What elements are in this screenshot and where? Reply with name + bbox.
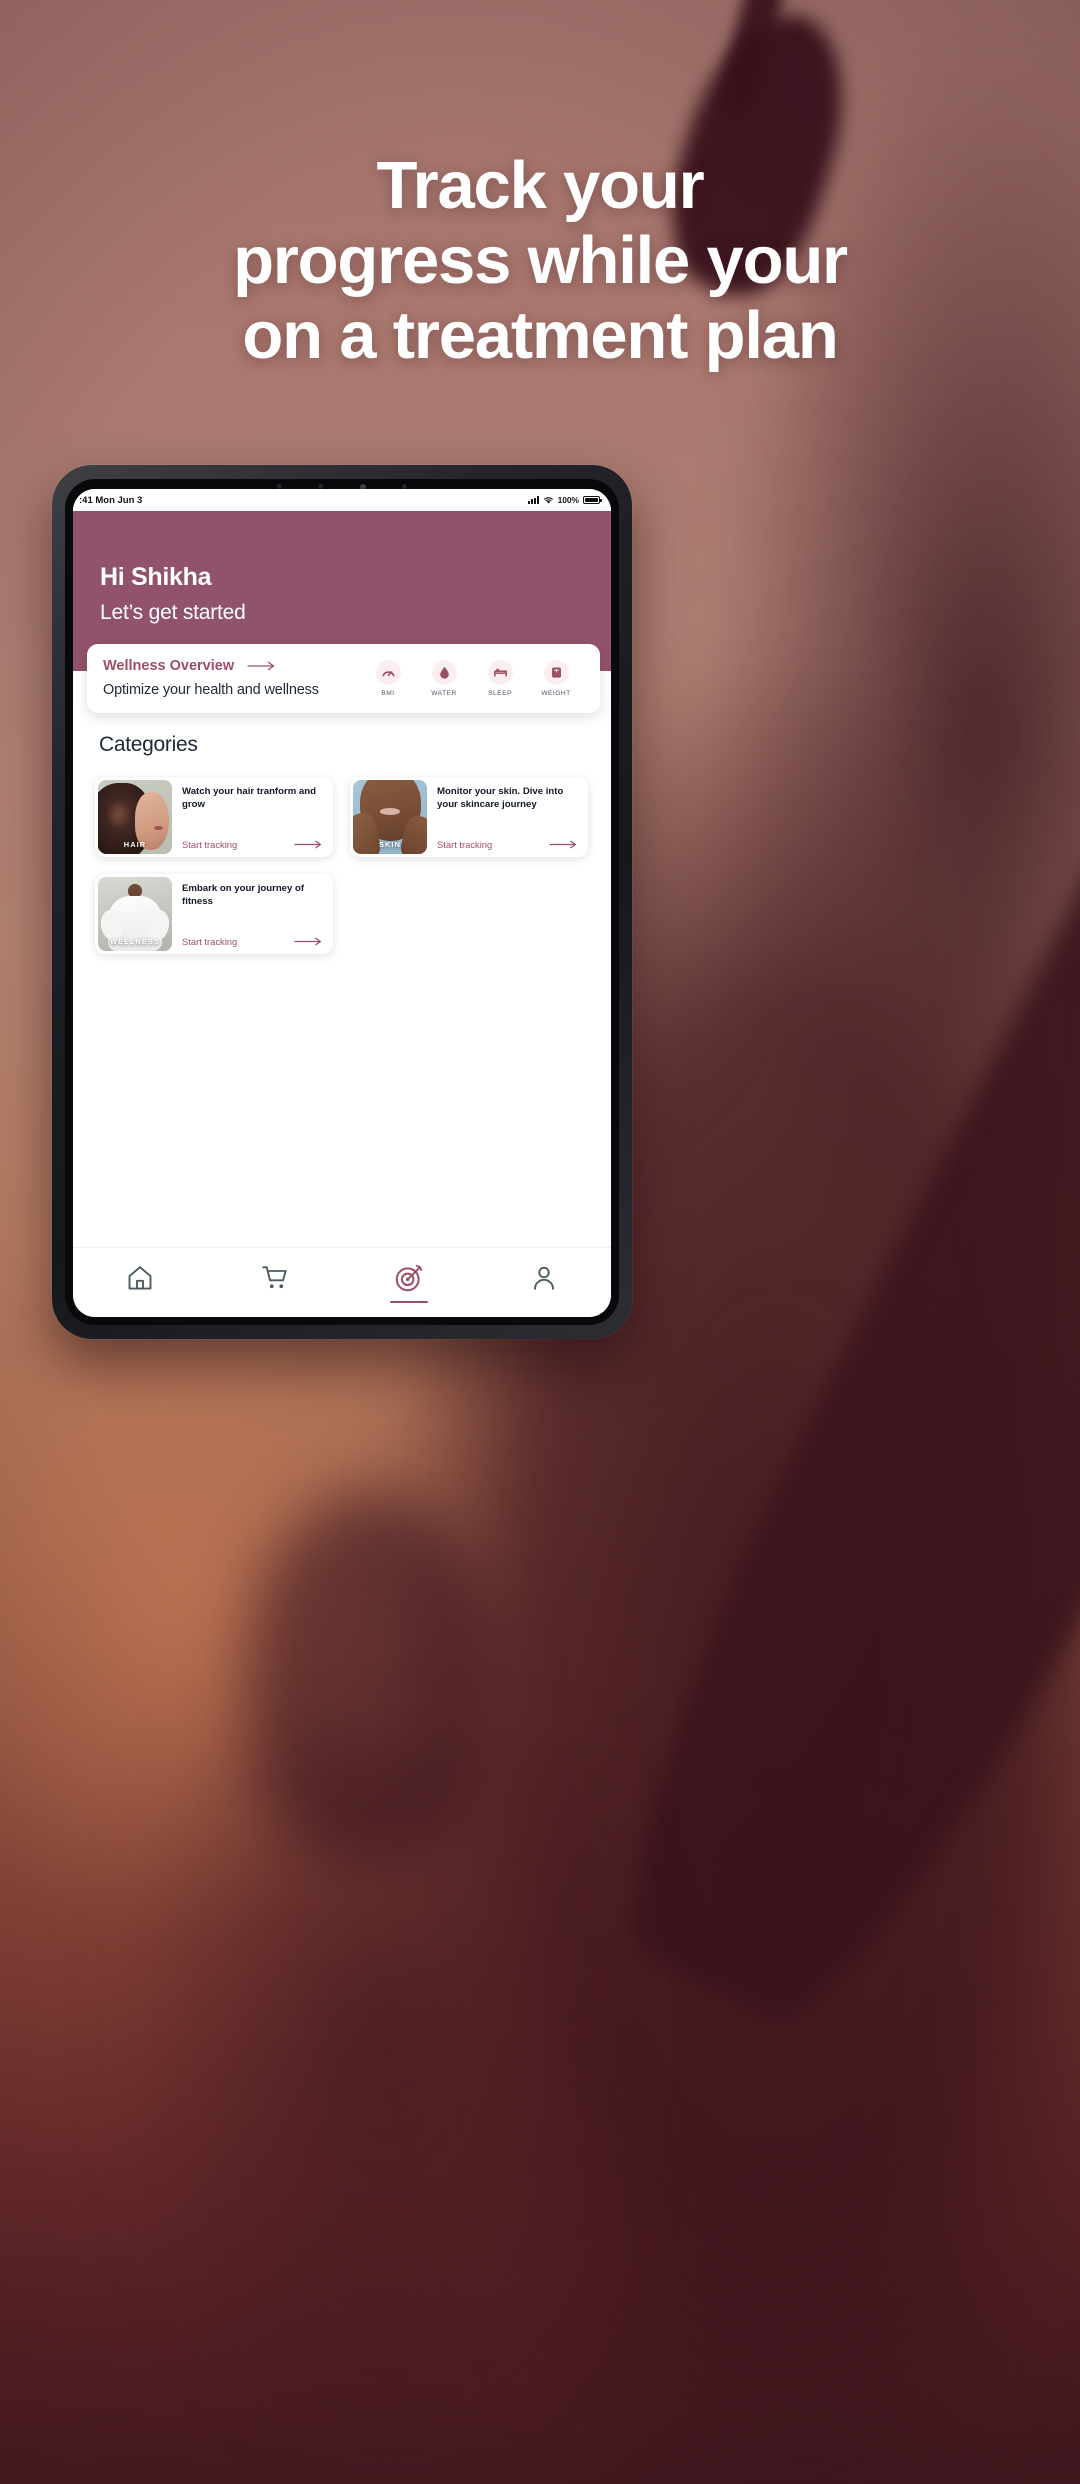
headline-line-2: progress while your	[233, 223, 848, 299]
start-tracking-button[interactable]: Start tracking	[182, 936, 324, 947]
category-tag: WELLNESS	[110, 937, 160, 946]
metric-label: BMI	[381, 689, 395, 697]
home-icon	[128, 1266, 152, 1290]
app-header: Hi Shikha Let’s get started Wellness Ove…	[73, 511, 611, 713]
cellular-signal-icon	[528, 496, 539, 504]
nav-item-home[interactable]	[73, 1248, 208, 1317]
category-card-hair[interactable]: HAIR Watch your hair tranform and grow S…	[95, 777, 333, 857]
start-tracking-label: Start tracking	[182, 936, 238, 947]
start-tracking-button[interactable]: Start tracking	[182, 839, 324, 850]
person-icon	[533, 1266, 554, 1290]
category-text: Watch your hair tranform and grow Start …	[175, 777, 333, 857]
metric-weight[interactable]: WEIGHT	[528, 659, 584, 697]
greeting-subtitle: Let’s get started	[100, 601, 246, 624]
category-title: Monitor your skin. Dive into your skinca…	[437, 786, 564, 810]
metric-label: SLEEP	[488, 689, 512, 697]
status-bar: :41 Mon Jun 3 100%	[73, 489, 611, 511]
metric-water[interactable]: WATER	[416, 659, 472, 697]
category-title: Embark on your journey of fitness	[182, 883, 305, 907]
app-content: Categories HAIR Watch your hair tranform…	[73, 671, 611, 1247]
arrow-right-icon[interactable]	[247, 661, 277, 671]
category-tag: SKIN	[378, 840, 402, 849]
metric-label: WATER	[431, 689, 457, 697]
arrow-right-icon	[294, 937, 321, 946]
metric-label: WEIGHT	[541, 689, 571, 697]
bed-icon	[487, 659, 513, 685]
category-card-wellness[interactable]: WELLNESS Embark on your journey of fitne…	[95, 874, 333, 954]
status-bar-left: :41 Mon Jun 3	[79, 495, 142, 506]
nav-item-profile[interactable]	[477, 1248, 612, 1317]
arrow-right-icon	[549, 840, 576, 849]
battery-full-icon	[583, 495, 602, 505]
wifi-icon	[543, 496, 553, 504]
skin-thumbnail-image: SKIN	[353, 780, 427, 854]
overview-metrics: BMI WATER SLEEP WEIGHT	[360, 659, 584, 697]
tablet-bezel: :41 Mon Jun 3 100% Hi Shikha Let’s get s…	[65, 479, 619, 1325]
nav-indicator	[256, 1300, 294, 1303]
headline-line-1: Track your	[376, 148, 705, 223]
overview-description: Optimize your health and wellness	[103, 682, 319, 698]
wellness-thumbnail-image: WELLNESS	[98, 877, 172, 951]
battery-percent-label: 100%	[557, 495, 579, 505]
nav-item-cart[interactable]	[208, 1248, 343, 1317]
start-tracking-label: Start tracking	[182, 839, 238, 850]
cart-icon	[262, 1266, 287, 1288]
nav-indicator	[525, 1300, 563, 1303]
promo-headline: Track your progress while your on a trea…	[0, 148, 1080, 373]
start-tracking-label: Start tracking	[437, 839, 493, 850]
categories-heading: Categories	[99, 733, 198, 756]
nav-indicator	[121, 1300, 159, 1303]
category-text: Monitor your skin. Dive into your skinca…	[430, 777, 588, 857]
hair-thumbnail-image: HAIR	[98, 780, 172, 854]
headline-line-3: on a treatment plan	[242, 298, 838, 374]
metric-sleep[interactable]: SLEEP	[472, 659, 528, 697]
metric-bmi[interactable]: BMI	[360, 659, 416, 697]
greeting-name: Hi Shikha	[100, 563, 212, 591]
category-tag: HAIR	[123, 840, 147, 849]
nav-indicator-active	[390, 1300, 429, 1304]
tablet-screen: :41 Mon Jun 3 100% Hi Shikha Let’s get s…	[73, 489, 611, 1317]
overview-text-block: Wellness Overview Optimize your health a…	[103, 658, 319, 698]
bottom-navigation-bar	[73, 1247, 611, 1317]
status-time-date: :41 Mon Jun 3	[79, 494, 143, 506]
weight-scale-icon	[543, 659, 569, 685]
overview-title-row: Wellness Overview	[103, 658, 319, 674]
category-card-skin[interactable]: SKIN Monitor your skin. Dive into your s…	[350, 777, 588, 857]
category-text: Embark on your journey of fitness Start …	[175, 874, 333, 954]
tablet-device-frame: :41 Mon Jun 3 100% Hi Shikha Let’s get s…	[52, 465, 632, 1339]
arrow-right-icon	[294, 840, 321, 849]
wellness-overview-card[interactable]: Wellness Overview Optimize your health a…	[87, 644, 600, 713]
nav-item-tracker[interactable]	[342, 1248, 477, 1317]
categories-grid: HAIR Watch your hair tranform and grow S…	[95, 777, 589, 954]
target-icon	[395, 1264, 423, 1291]
start-tracking-button[interactable]: Start tracking	[437, 839, 579, 850]
overview-title: Wellness Overview	[103, 658, 235, 674]
status-bar-right: 100%	[528, 495, 602, 505]
gauge-icon	[375, 659, 401, 685]
category-title: Watch your hair tranform and grow	[182, 786, 316, 810]
water-drop-icon	[431, 659, 457, 685]
